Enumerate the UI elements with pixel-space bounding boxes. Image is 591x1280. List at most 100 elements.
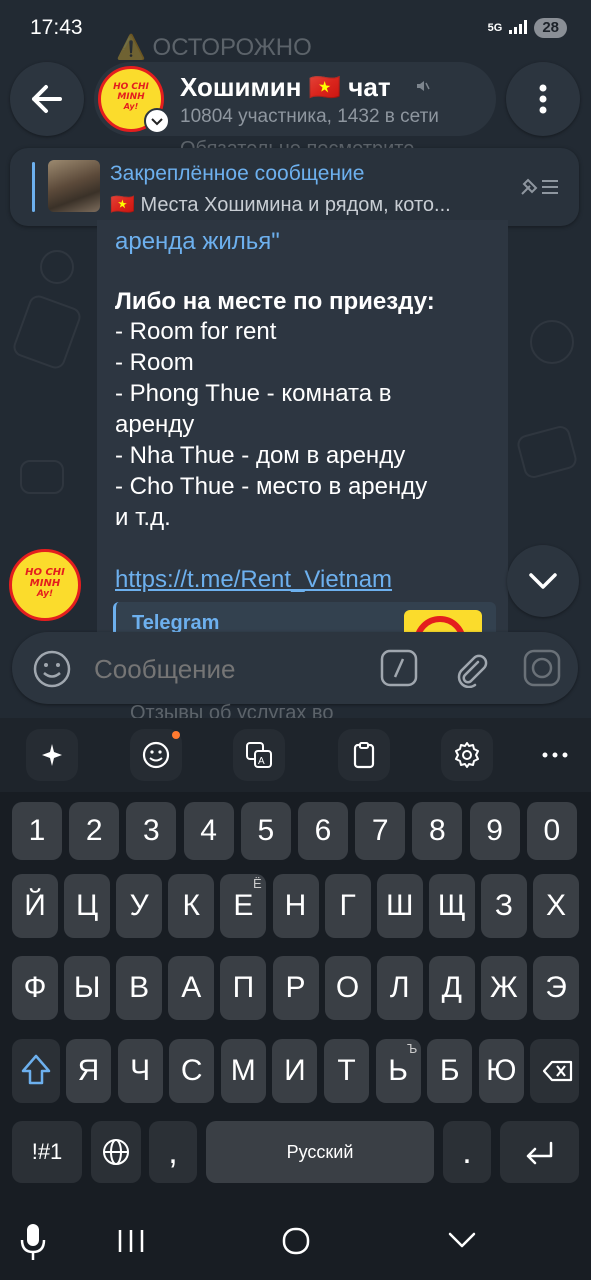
key-letter[interactable]: Я [66,1039,111,1103]
key-letter[interactable]: Ы [64,956,111,1020]
key-letter[interactable]: Л [376,956,423,1020]
key-letter[interactable]: Г [324,874,371,938]
enter-key[interactable] [500,1121,579,1183]
commands-icon[interactable] [380,649,418,692]
key-letter[interactable]: Ф [12,956,58,1020]
key-letter[interactable]: Щ [428,874,475,938]
network-label: 5G [487,22,503,34]
backspace-key[interactable] [530,1039,579,1103]
key-letter[interactable]: Ш [376,874,423,938]
ai-sparkle-icon[interactable] [26,729,78,781]
key-letter[interactable]: Б [427,1039,473,1103]
key-letter[interactable]: С [169,1039,215,1103]
more-horizontal-icon[interactable] [540,740,570,775]
emoji-icon[interactable] [32,649,72,694]
message-link[interactable]: https://t.me/Rent_Vietnam [115,566,392,594]
key-letter[interactable]: А [168,956,215,1020]
camera-icon[interactable] [522,648,562,693]
shift-key[interactable] [12,1039,60,1103]
recent-apps-icon[interactable] [116,1228,148,1259]
enter-icon [526,1141,553,1165]
chat-subtitle: 10804 участника, 1432 в сети [180,106,439,127]
key-letter[interactable]: У [116,874,163,938]
key-letter[interactable]: В [116,956,163,1020]
key-letter[interactable]: И [272,1039,318,1103]
clipboard-icon[interactable] [338,729,390,781]
key-letter[interactable]: Т [324,1039,369,1103]
status-icons: 5G 28 [488,18,567,38]
globe-icon [103,1139,129,1165]
home-icon[interactable] [281,1226,311,1261]
key-9[interactable]: 9 [469,802,520,860]
key-1[interactable]: 1 [12,802,62,860]
key-letter[interactable]: О [324,956,371,1020]
navigation-bar [0,1198,591,1280]
more-vertical-icon [539,84,547,114]
key-letter[interactable]: З [480,874,527,938]
reviews-text: Отзывы об услугах во [130,702,334,718]
emoji-keyboard-icon[interactable] [130,729,182,781]
key-7[interactable]: 7 [355,802,406,860]
key-letter[interactable]: Ю [478,1039,524,1103]
period-key[interactable]: . [443,1121,491,1183]
key-0[interactable]: 0 [526,802,577,860]
key-letter[interactable]: Д [428,956,475,1020]
pinned-message-bar[interactable]: Закреплённое сообщение 🇻🇳 Места Хошимина… [10,148,579,226]
comma-key[interactable]: , [149,1121,197,1183]
scroll-down-button[interactable] [507,545,579,617]
more-button[interactable] [506,62,580,136]
hide-keyboard-icon[interactable] [447,1229,477,1256]
logo-line: HO CHI [113,82,149,92]
chat-title: Хошимин 🇻🇳 чат [180,72,391,102]
message-line: - Room for rent [115,318,277,345]
key-letter[interactable]: П [220,956,267,1020]
space-key[interactable]: Русский [206,1121,434,1183]
svg-text:A: A [258,756,265,767]
message-line: - Nha Thue - дом в аренду [115,442,406,469]
muted-icon [414,78,430,99]
status-time: 17:43 [30,16,83,39]
pinned-indicator [32,162,35,212]
key-letter[interactable]: Х [533,874,579,938]
pinned-thumbnail [48,160,100,212]
warning-text: ⚠️ ОСТОРОЖНО [116,34,312,61]
attach-icon[interactable] [450,648,490,693]
key-letter[interactable]: Ж [480,956,527,1020]
pinned-label: Закреплённое сообщение [110,162,365,185]
message-line: - Phong Thue - комната в [115,380,392,407]
key-5[interactable]: 5 [240,802,291,860]
key-letter[interactable]: К [168,874,215,938]
key-3[interactable]: 3 [126,802,177,860]
key-letter[interactable]: М [220,1039,266,1103]
settings-gear-icon[interactable] [441,729,493,781]
microphone-icon[interactable] [18,1222,48,1267]
signal-icon [508,19,528,38]
key-2[interactable]: 2 [69,802,120,860]
logo-line: MINH [29,578,61,589]
key-letter[interactable]: Э [533,956,579,1020]
key-6[interactable]: 6 [298,802,348,860]
shift-arrow-icon [21,1054,51,1085]
key-letter[interactable]: Ч [117,1039,163,1103]
chat-header[interactable]: HO CHI MINH Ay! Хошимин 🇻🇳 чат 10804 уча… [94,62,496,136]
pinned-preview: 🇻🇳 Места Хошимина и рядом, кото... [110,194,451,216]
key-letter[interactable]: Р [272,956,319,1020]
key-8[interactable]: 8 [412,802,463,860]
key-4[interactable]: 4 [183,802,234,860]
keyboard-toolbar: A [0,718,591,792]
key-letter[interactable]: Й [12,874,58,938]
key-letter[interactable]: Н [272,874,319,938]
key-letter[interactable]: Ц [64,874,111,938]
back-button[interactable] [10,62,84,136]
pinned-list-icon[interactable] [518,174,560,205]
logo-line: MINH [117,92,145,102]
symbols-key[interactable]: !#1 [12,1121,82,1183]
chevron-down-icon [529,573,557,589]
message-bubble[interactable]: аренда жилья" Либо на месте по приезду: … [97,220,508,642]
translate-icon[interactable]: A [233,729,285,781]
language-key[interactable] [91,1121,141,1183]
sender-avatar[interactable]: HO CHI MINH Ay! [9,549,81,621]
message-input[interactable] [92,646,356,692]
message-input-bar[interactable] [12,632,578,704]
notification-dot [172,731,180,739]
